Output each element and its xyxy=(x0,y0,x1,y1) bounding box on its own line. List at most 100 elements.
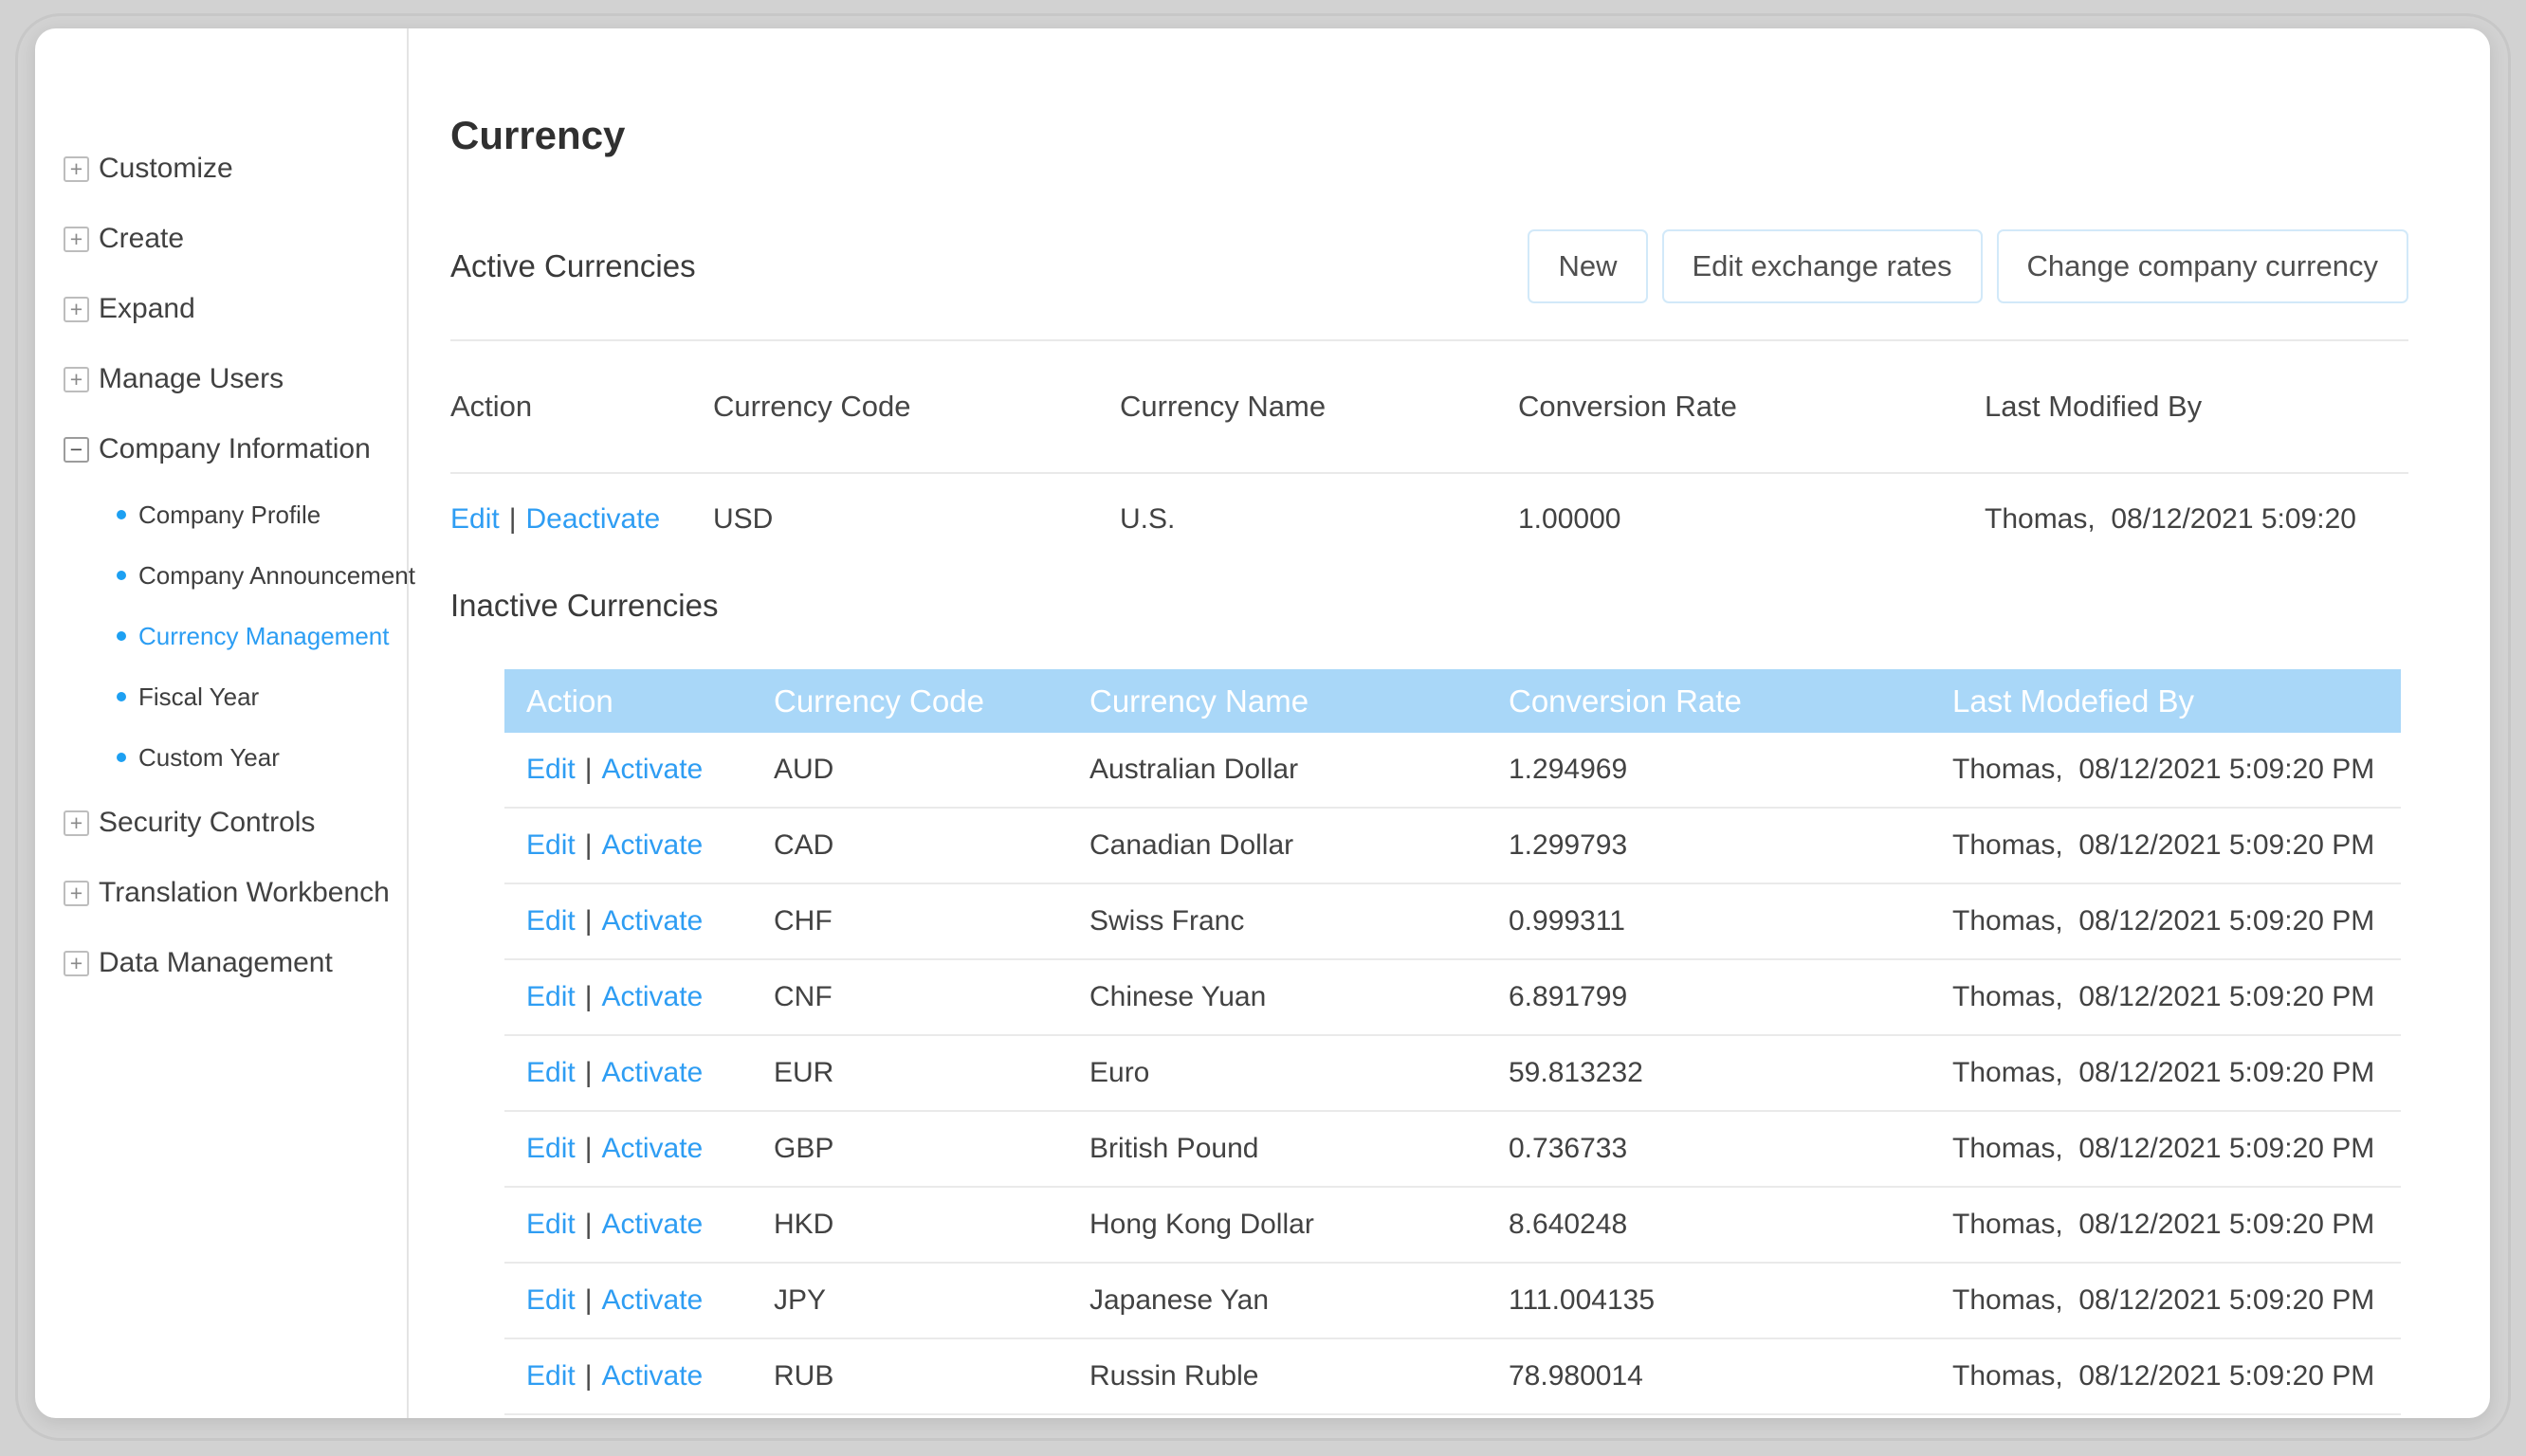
column-header-action: Action xyxy=(526,683,774,719)
sidebar-item-translation-workbench[interactable]: +Translation Workbench xyxy=(64,858,407,928)
active-table-body: Edit|DeactivateUSDU.S.1.00000Thomas, 08/… xyxy=(450,474,2408,565)
row-actions: Edit | Activate xyxy=(526,829,774,862)
currency-name-cell: U.S. xyxy=(1120,503,1518,536)
edit-link[interactable]: Edit xyxy=(526,1209,576,1240)
action-separator: | xyxy=(585,1133,593,1164)
expand-icon[interactable]: + xyxy=(64,297,89,322)
edit-link[interactable]: Edit xyxy=(526,1057,576,1088)
last-modified-cell: Thomas, 08/12/2021 5:09:20 PM xyxy=(1952,754,2401,786)
sidebar-subitem-currency-management[interactable]: Currency Management xyxy=(64,606,407,666)
activate-link[interactable]: Activate xyxy=(602,1284,704,1316)
expand-icon[interactable]: + xyxy=(64,810,89,836)
bullet-icon xyxy=(117,571,126,580)
bullet-icon xyxy=(117,692,126,701)
conversion-rate-cell: 111.004135 xyxy=(1509,1284,1952,1317)
activate-link[interactable]: Activate xyxy=(602,1209,704,1240)
sidebar-subitem-label: Company Announcement xyxy=(138,561,415,591)
expand-icon[interactable]: + xyxy=(64,156,89,182)
sidebar-item-security-controls[interactable]: +Security Controls xyxy=(64,788,407,858)
activate-link[interactable]: Activate xyxy=(602,1133,704,1164)
sidebar-subitem-label: Company Profile xyxy=(138,500,320,530)
currency-code-cell: HKD xyxy=(774,1209,1089,1241)
inactive-currencies-heading: Inactive Currencies xyxy=(450,588,2408,624)
currency-name-cell: Swiss Franc xyxy=(1089,905,1509,937)
sidebar-nav: +Customize+Create+Expand+Manage Users−Co… xyxy=(35,28,409,1418)
row-actions: Edit | Activate xyxy=(526,1057,774,1089)
inactive-table-header: ActionCurrency CodeCurrency NameConversi… xyxy=(504,669,2401,733)
row-actions: Edit|Activate xyxy=(526,754,774,786)
active-currencies-heading: Active Currencies xyxy=(450,248,696,284)
sidebar-item-label: Customize xyxy=(99,153,233,185)
row-actions: Edit | Activate xyxy=(526,1133,774,1165)
last-modified-cell: Thomas, 08/12/2021 5:09:20 PM xyxy=(1952,829,2401,862)
edit-link[interactable]: Edit xyxy=(526,1284,576,1316)
sidebar-item-label: Company Information xyxy=(99,433,371,465)
active-table-header: ActionCurrency CodeCurrency NameConversi… xyxy=(450,341,2408,474)
currency-name-cell: Chinese Yuan xyxy=(1089,981,1509,1013)
sidebar-subitem-custom-year[interactable]: Custom Year xyxy=(64,727,407,788)
currency-name-cell: British Pound xyxy=(1089,1133,1509,1165)
edit-link[interactable]: Edit xyxy=(526,905,576,937)
currency-code-cell: JPY xyxy=(774,1284,1089,1317)
sidebar-item-data-management[interactable]: +Data Management xyxy=(64,928,407,998)
sidebar-item-manage-users[interactable]: + Manage Users xyxy=(64,344,407,414)
activate-link[interactable]: Activate xyxy=(602,829,704,861)
currency-name-cell: Australian Dollar xyxy=(1089,754,1509,786)
currency-code-cell: EUR xyxy=(774,1057,1089,1089)
currency-code-cell: CHF xyxy=(774,905,1089,937)
activate-link[interactable]: Activate xyxy=(602,981,704,1012)
active-currencies-header-row: Active Currencies NewEdit exchange rates… xyxy=(450,229,2408,303)
action-separator: | xyxy=(585,1209,593,1240)
last-modified-cell: Thomas, 08/12/2021 5:09:20 xyxy=(1985,503,2408,536)
sidebar-subitem-company-announcement[interactable]: Company Announcement xyxy=(64,545,407,606)
table-row-hkd: Edit|ActivateHKDHong Kong Dollar8.640248… xyxy=(504,1188,2401,1264)
expand-icon[interactable]: + xyxy=(64,951,89,976)
sidebar-item-customize[interactable]: + Customize xyxy=(64,134,407,204)
inactive-table-body: Edit|ActivateAUDAustralian Dollar1.29496… xyxy=(504,733,2401,1415)
activate-link[interactable]: Activate xyxy=(602,905,704,937)
edit-link[interactable]: Edit xyxy=(526,1133,576,1164)
sidebar-item-company-information[interactable]: −Company Information xyxy=(64,414,407,484)
expand-icon[interactable]: + xyxy=(64,367,89,392)
sidebar-item-expand[interactable]: +Expand xyxy=(64,274,407,344)
edit-link[interactable]: Edit xyxy=(526,1360,576,1392)
edit-link[interactable]: Edit xyxy=(526,754,576,785)
new-button[interactable]: New xyxy=(1528,229,1647,303)
main-content: Currency Active Currencies NewEdit excha… xyxy=(409,28,2490,1418)
expand-icon[interactable]: + xyxy=(64,227,89,252)
sidebar-item-create[interactable]: +Create xyxy=(64,204,407,274)
sidebar-subitem-fiscal-year[interactable]: Fiscal Year xyxy=(64,666,407,727)
sidebar-item-label: Manage Users xyxy=(99,363,284,395)
last-modified-cell: Thomas, 08/12/2021 5:09:20 PM xyxy=(1952,981,2401,1013)
change-company-currency-button[interactable]: Change company currency xyxy=(1997,229,2408,303)
action-separator: | xyxy=(585,1057,593,1088)
bullet-icon xyxy=(117,753,126,762)
action-separator: | xyxy=(585,905,593,937)
sidebar-subitem-company-profile[interactable]: Company Profile xyxy=(64,484,407,545)
edit-exchange-rates-button[interactable]: Edit exchange rates xyxy=(1662,229,1983,303)
conversion-rate-cell: 8.640248 xyxy=(1509,1209,1952,1241)
column-header-currency-code: Currency Code xyxy=(713,390,1120,424)
edit-link[interactable]: Edit xyxy=(450,503,500,535)
currency-code-cell: CAD xyxy=(774,829,1089,862)
row-actions: Edit | Activate xyxy=(526,1209,774,1241)
activate-link[interactable]: Activate xyxy=(602,1360,704,1392)
currency-code-cell: RUB xyxy=(774,1360,1089,1392)
table-row-cad: Edit|ActivateCADCanadian Dollar1.299793T… xyxy=(504,809,2401,884)
last-modified-cell: Thomas, 08/12/2021 5:09:20 PM xyxy=(1952,1209,2401,1241)
column-header-currency-name: Currency Name xyxy=(1120,390,1518,424)
column-header-currency-code: Currency Code xyxy=(774,683,1089,719)
table-row-rub: Edit|ActivateRUBRussin Ruble78.980014Tho… xyxy=(504,1339,2401,1415)
bullet-icon xyxy=(117,631,126,641)
table-row-aud: Edit|ActivateAUDAustralian Dollar1.29496… xyxy=(504,733,2401,809)
edit-link[interactable]: Edit xyxy=(526,981,576,1012)
action-separator: | xyxy=(585,981,593,1012)
deactivate-link[interactable]: Deactivate xyxy=(526,503,661,535)
activate-link[interactable]: Activate xyxy=(602,754,704,785)
edit-link[interactable]: Edit xyxy=(526,829,576,861)
sidebar-subitem-label: Fiscal Year xyxy=(138,682,259,712)
action-separator: | xyxy=(585,829,593,861)
expand-icon[interactable]: + xyxy=(64,881,89,906)
collapse-icon[interactable]: − xyxy=(64,437,89,463)
activate-link[interactable]: Activate xyxy=(602,1057,704,1088)
